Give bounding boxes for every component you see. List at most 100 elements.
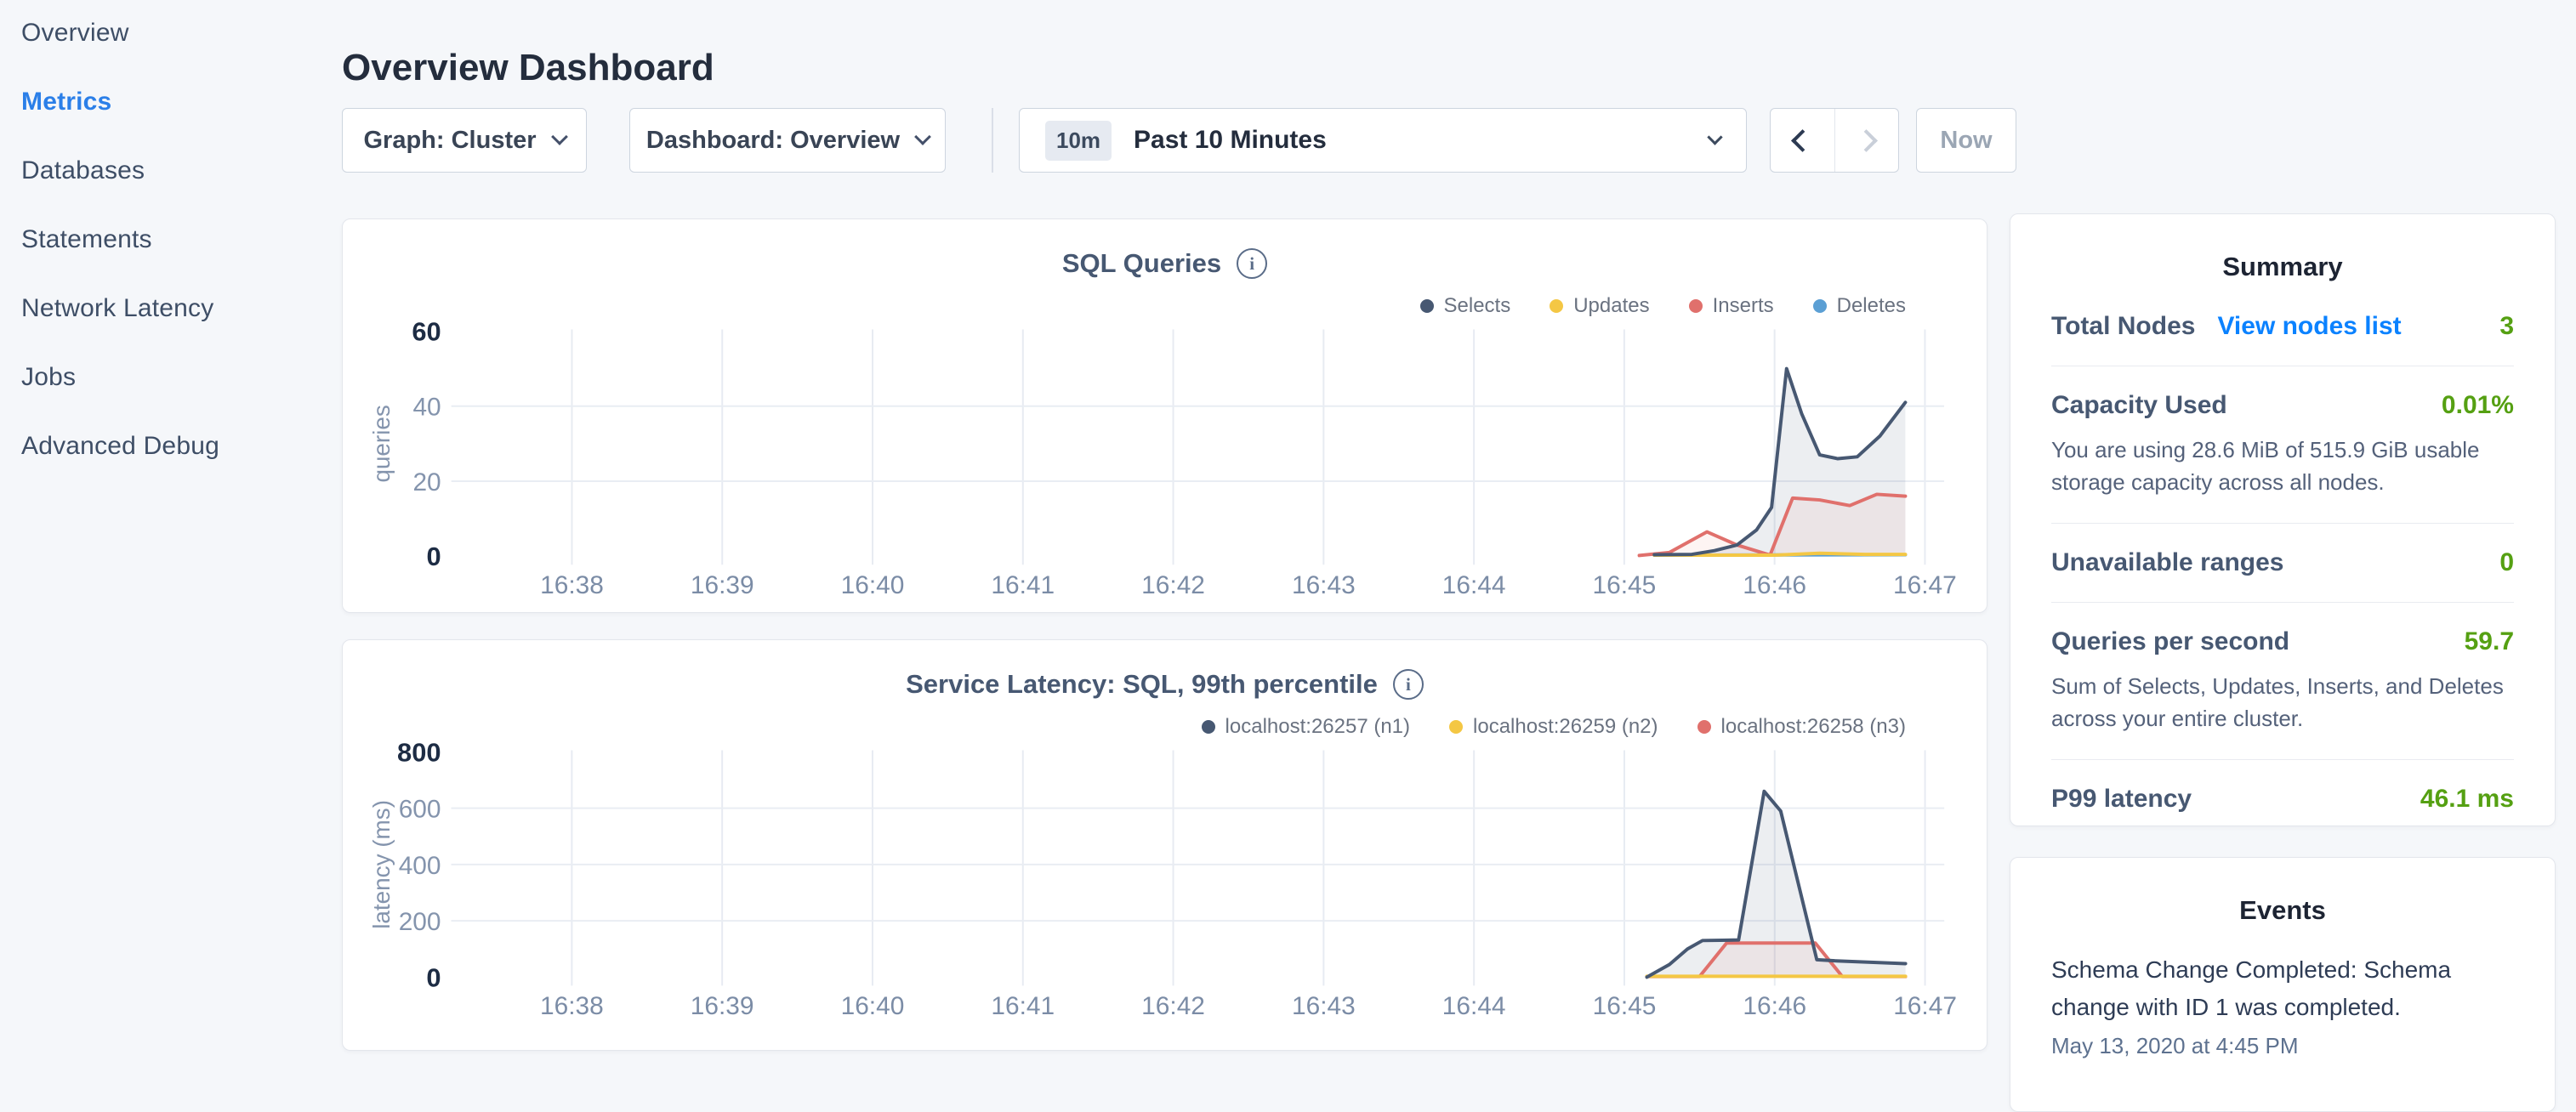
svg-text:400: 400 (399, 852, 441, 880)
time-step-back-button[interactable] (1771, 109, 1834, 172)
time-range-badge: 10m (1045, 121, 1112, 161)
summary-label: P99 latency (2051, 785, 2192, 814)
graph-dropdown[interactable]: Graph: Cluster (342, 108, 587, 173)
legend-item: localhost:26259 (n2) (1449, 715, 1658, 739)
chevron-down-icon (914, 128, 931, 145)
legend-dot-icon (1689, 299, 1703, 313)
svg-text:16:42: 16:42 (1141, 992, 1205, 1020)
svg-text:16:39: 16:39 (691, 571, 754, 599)
view-nodes-link[interactable]: View nodes list (2217, 312, 2401, 341)
svg-text:0: 0 (427, 542, 441, 571)
legend-label: Deletes (1837, 294, 1906, 318)
event-timestamp: May 13, 2020 at 4:45 PM (2051, 1033, 2514, 1059)
svg-text:16:43: 16:43 (1292, 571, 1356, 599)
sidebar-item-advanced-debug[interactable]: Advanced Debug (21, 432, 340, 461)
time-step-forward-button[interactable] (1834, 109, 1899, 172)
header-divider (992, 108, 993, 173)
svg-text:16:46: 16:46 (1743, 992, 1806, 1020)
svg-text:queries: queries (368, 405, 395, 482)
legend-item: Selects (1420, 294, 1511, 318)
sidebar-item-overview[interactable]: Overview (21, 19, 340, 48)
svg-text:16:47: 16:47 (1893, 571, 1957, 599)
chart-legend: Selects Updates Inserts Deletes (1420, 294, 1907, 318)
svg-text:16:40: 16:40 (841, 571, 905, 599)
summary-panel-title: Summary (2051, 252, 2514, 282)
legend-label: Inserts (1713, 294, 1774, 318)
now-button[interactable]: Now (1916, 108, 2016, 173)
svg-text:800: 800 (397, 737, 441, 767)
summary-row-unavailable-ranges: Unavailable ranges 0 (2051, 524, 2514, 603)
dashboard-dropdown[interactable]: Dashboard: Overview (629, 108, 946, 173)
chevron-down-icon (1707, 129, 1722, 145)
sidebar-item-statements[interactable]: Statements (21, 225, 340, 254)
sidebar: Overview Metrics Databases Statements Ne… (0, 0, 340, 1051)
summary-description: Sum of Selects, Updates, Inserts, and De… (2051, 670, 2514, 735)
service-latency-chart-card: 16:3816:3916:4016:4116:4216:4316:4416:45… (342, 639, 1987, 1051)
legend-label: Selects (1444, 294, 1511, 318)
svg-text:16:39: 16:39 (691, 992, 754, 1020)
chevron-left-icon (1791, 129, 1814, 152)
time-range-selector[interactable]: 10m Past 10 Minutes (1019, 108, 1747, 173)
sql-queries-chart-card: 16:3816:3916:4016:4116:4216:4316:4416:45… (342, 218, 1987, 613)
sidebar-item-databases[interactable]: Databases (21, 156, 340, 185)
event-message[interactable]: Schema Change Completed: Schema change w… (2051, 951, 2514, 1026)
summary-label: Unavailable ranges (2051, 548, 2283, 577)
legend-item: Updates (1550, 294, 1649, 318)
chevron-right-icon (1855, 129, 1878, 152)
svg-text:16:45: 16:45 (1593, 992, 1657, 1020)
summary-value: 3 (2499, 312, 2514, 341)
legend-dot-icon (1420, 299, 1434, 313)
summary-row-capacity-used: Capacity Used 0.01% You are using 28.6 M… (2051, 366, 2514, 524)
svg-text:latency (ms): latency (ms) (368, 800, 395, 929)
svg-text:16:45: 16:45 (1593, 571, 1657, 599)
summary-label: Total Nodes (2051, 312, 2195, 341)
svg-text:200: 200 (399, 908, 441, 936)
sidebar-item-metrics[interactable]: Metrics (21, 88, 340, 116)
time-step-controls (1770, 108, 1899, 173)
legend-item: Deletes (1813, 294, 1906, 318)
svg-text:16:44: 16:44 (1442, 992, 1506, 1020)
chart-title: SQL Queries (1062, 248, 1221, 279)
legend-item: Inserts (1689, 294, 1774, 318)
dashboard-dropdown-label: Dashboard: Overview (646, 127, 900, 155)
sidebar-item-network-latency[interactable]: Network Latency (21, 294, 340, 323)
legend-item: localhost:26257 (n1) (1202, 715, 1410, 739)
summary-value: 0 (2499, 548, 2514, 577)
svg-text:0: 0 (426, 962, 441, 992)
legend-dot-icon (1449, 720, 1463, 734)
legend-dot-icon (1202, 720, 1215, 734)
chart-title: Service Latency: SQL, 99th percentile (906, 669, 1378, 700)
sidebar-item-jobs[interactable]: Jobs (21, 363, 340, 392)
svg-text:16:41: 16:41 (991, 992, 1055, 1020)
summary-label: Queries per second (2051, 627, 2289, 656)
svg-text:16:47: 16:47 (1893, 992, 1957, 1020)
time-range-label: Past 10 Minutes (1134, 126, 1327, 155)
legend-label: localhost:26257 (n1) (1225, 715, 1410, 739)
chart-legend: localhost:26257 (n1) localhost:26259 (n2)… (1202, 715, 1906, 739)
chart-canvas[interactable]: 16:3816:3916:4016:4116:4216:4316:4416:45… (343, 640, 1987, 1050)
summary-row-p99-latency: P99 latency 46.1 ms (2051, 760, 2514, 838)
events-panel-title: Events (2051, 895, 2514, 926)
svg-text:16:44: 16:44 (1442, 571, 1506, 599)
summary-description: You are using 28.6 MiB of 515.9 GiB usab… (2051, 434, 2514, 498)
sidebar-nav-list: Overview Metrics Databases Statements Ne… (0, 0, 340, 461)
legend-label: localhost:26259 (n2) (1473, 715, 1658, 739)
svg-text:40: 40 (412, 394, 441, 422)
legend-dot-icon (1550, 299, 1563, 313)
chevron-down-icon (551, 128, 568, 145)
svg-text:16:41: 16:41 (991, 571, 1055, 599)
svg-text:600: 600 (399, 796, 441, 824)
legend-item: localhost:26258 (n3) (1697, 715, 1906, 739)
svg-text:16:46: 16:46 (1743, 571, 1806, 599)
summary-row-queries-per-second: Queries per second 59.7 Sum of Selects, … (2051, 603, 2514, 760)
svg-text:16:38: 16:38 (540, 571, 604, 599)
page-title: Overview Dashboard (342, 47, 714, 89)
events-panel: Events Schema Change Completed: Schema c… (2010, 857, 2556, 1112)
summary-row-total-nodes: Total Nodes View nodes list 3 (2051, 287, 2514, 366)
legend-dot-icon (1813, 299, 1827, 313)
info-icon[interactable] (1393, 669, 1424, 700)
summary-value: 59.7 (2465, 627, 2514, 656)
svg-text:60: 60 (412, 316, 441, 346)
info-icon[interactable] (1237, 248, 1267, 279)
svg-text:16:40: 16:40 (841, 992, 905, 1020)
